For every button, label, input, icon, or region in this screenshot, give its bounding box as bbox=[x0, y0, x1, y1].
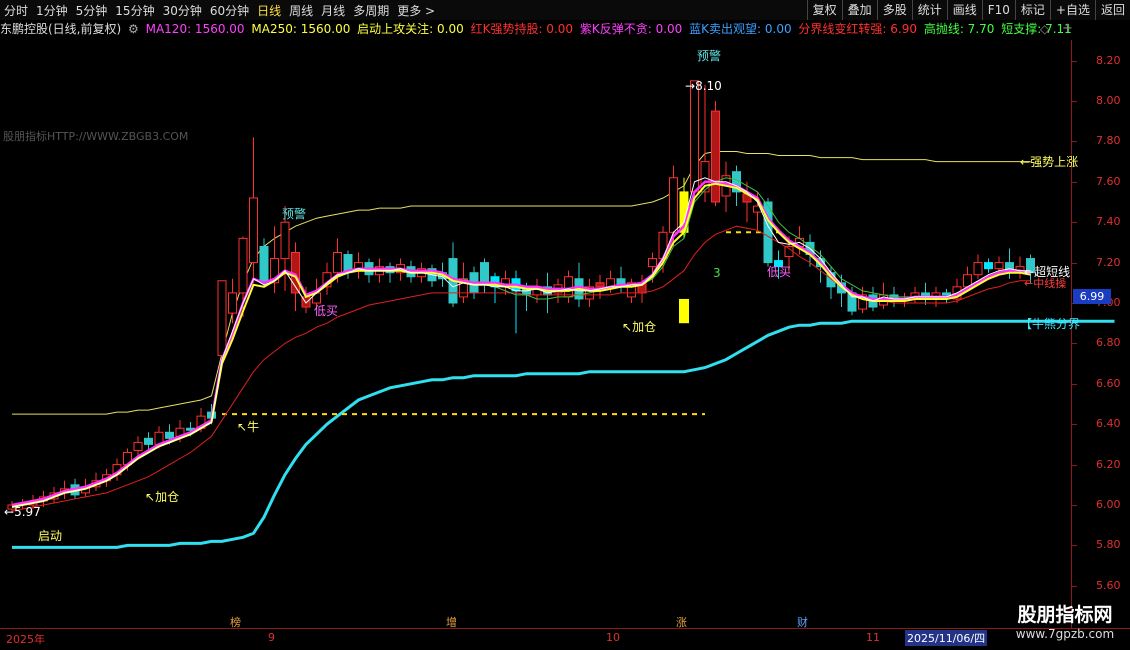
y-tick-label: 7.40 bbox=[1096, 215, 1121, 229]
candle-body bbox=[984, 262, 993, 270]
candle-body bbox=[648, 258, 657, 268]
y-tick-mark bbox=[1072, 141, 1077, 143]
y-tick-label: 8.00 bbox=[1096, 94, 1121, 107]
y-tick-label: 6.80 bbox=[1096, 336, 1121, 350]
jiacang-label-2: ↖加仓 bbox=[622, 320, 657, 334]
kline-chart[interactable] bbox=[0, 0, 1130, 650]
y-tick-label: 7.80 bbox=[1096, 134, 1121, 148]
jiacang-label-1: ↖加仓 bbox=[145, 490, 180, 504]
y-tick-mark bbox=[1072, 505, 1077, 506]
y-tick-label: 8.20 bbox=[1096, 53, 1121, 67]
candle-body bbox=[564, 276, 573, 298]
dimai-label-2: 低买 bbox=[767, 265, 792, 279]
y-tick-mark bbox=[1072, 60, 1077, 62]
niuxiong-text: 牛熊分界 bbox=[1032, 317, 1081, 331]
y-tick-label: 6.00 bbox=[1096, 498, 1121, 511]
ma-lines bbox=[11, 177, 1031, 512]
candle-body bbox=[343, 254, 353, 272]
candle-body bbox=[280, 221, 290, 260]
jiacang-text-1: 加仓 bbox=[155, 490, 180, 504]
candle-body bbox=[259, 245, 269, 282]
price-axis-divider bbox=[1071, 40, 1072, 628]
watermark-text: 股朋指标HTTP://WWW.ZBGB3.COM bbox=[3, 130, 189, 143]
site-logo: 股朋指标网 www.7gpzb.com bbox=[1004, 600, 1126, 646]
event-marker-cai[interactable]: 财 bbox=[797, 614, 808, 630]
red-line-path bbox=[11, 225, 1031, 512]
candle-body bbox=[333, 252, 342, 274]
x-label-year: 2025年 bbox=[6, 633, 45, 646]
candle-body bbox=[228, 292, 237, 314]
count-three-label: 3 bbox=[713, 266, 721, 280]
dimai-label-1: 低买 bbox=[314, 304, 339, 318]
jiacang-text-2: 加仓 bbox=[632, 320, 657, 334]
candle-body bbox=[249, 197, 258, 264]
y-tick-label: 7.20 bbox=[1096, 255, 1121, 269]
zhongxian-label: ←中线操 bbox=[1024, 277, 1067, 290]
y-tick-mark bbox=[1072, 424, 1077, 426]
logo-url: www.7gpzb.com bbox=[1015, 627, 1115, 641]
niu-text: 牛 bbox=[247, 420, 260, 434]
current-price-tag: 6.99 bbox=[1073, 289, 1111, 304]
low-price-text: 5.97 bbox=[14, 505, 41, 519]
y-tick-mark bbox=[1072, 181, 1077, 183]
y-tick-mark bbox=[1072, 585, 1077, 587]
magenta-line-path bbox=[11, 180, 1031, 507]
candle-body bbox=[669, 177, 678, 233]
x-label-oct: 10 bbox=[606, 631, 620, 644]
x-label-sep: 9 bbox=[268, 631, 275, 644]
candle-body bbox=[144, 437, 153, 445]
y-tick-label: 6.60 bbox=[1096, 376, 1121, 390]
y-tick-mark bbox=[1072, 101, 1077, 102]
y-tick-mark bbox=[1072, 383, 1077, 385]
logo-title: 股朋指标网 bbox=[1017, 604, 1113, 626]
niuxiong-label: 【牛熊分界 bbox=[1020, 317, 1081, 331]
candle-body bbox=[165, 431, 174, 439]
y-tick-label: 5.80 bbox=[1096, 538, 1121, 552]
y-tick-mark bbox=[1072, 343, 1077, 345]
y-tick-label: 7.60 bbox=[1096, 174, 1121, 188]
qidong-label: 启动 bbox=[38, 529, 63, 543]
y-tick-mark bbox=[1072, 222, 1077, 224]
y-tick-mark bbox=[1072, 464, 1077, 466]
white-line-path bbox=[11, 177, 1031, 508]
candles bbox=[7, 80, 1035, 514]
dashed-levels bbox=[222, 231, 779, 416]
candle-body bbox=[595, 282, 605, 288]
y-tick-mark bbox=[1072, 545, 1077, 547]
x-label-nov: 11 bbox=[866, 631, 880, 644]
event-marker-zhang[interactable]: 涨 bbox=[676, 614, 687, 630]
high-price-text: 8.10 bbox=[695, 79, 722, 93]
qiangshi-label: ←强势上涨 bbox=[1020, 155, 1079, 169]
candle-body bbox=[690, 80, 699, 193]
candle-body bbox=[711, 110, 720, 203]
niu-label: ↖牛 bbox=[237, 420, 260, 434]
qiangshi-text: 强势上涨 bbox=[1030, 155, 1079, 169]
signal-block bbox=[679, 298, 689, 324]
candle-body bbox=[973, 262, 983, 276]
candle-body bbox=[480, 262, 489, 284]
event-marker-bang[interactable]: 榜 bbox=[230, 614, 241, 630]
zhongxian-text: 中线操 bbox=[1033, 277, 1067, 290]
y-tick-label: 6.40 bbox=[1096, 417, 1121, 431]
candle-body bbox=[238, 237, 248, 294]
high-price-label: →8.10 bbox=[685, 79, 722, 93]
y-tick-label: 5.60 bbox=[1096, 578, 1121, 592]
event-marker-zeng[interactable]: 增 bbox=[446, 614, 457, 630]
candle-body bbox=[133, 441, 143, 451]
y-tick-mark bbox=[1072, 262, 1077, 264]
yellow-line-path bbox=[11, 182, 1031, 508]
yujing-label-2: 预警 bbox=[697, 49, 722, 63]
yujing-label-1: 预警 bbox=[282, 207, 307, 221]
candle-body bbox=[994, 262, 1004, 270]
candle-body bbox=[942, 292, 951, 296]
candle-body bbox=[217, 280, 227, 357]
cursor-date-label: 2025/11/06/四 bbox=[905, 630, 988, 646]
time-axis-divider bbox=[0, 628, 1130, 629]
low-price-label: ←5.97 bbox=[4, 505, 41, 519]
y-tick-label: 6.20 bbox=[1096, 457, 1121, 471]
